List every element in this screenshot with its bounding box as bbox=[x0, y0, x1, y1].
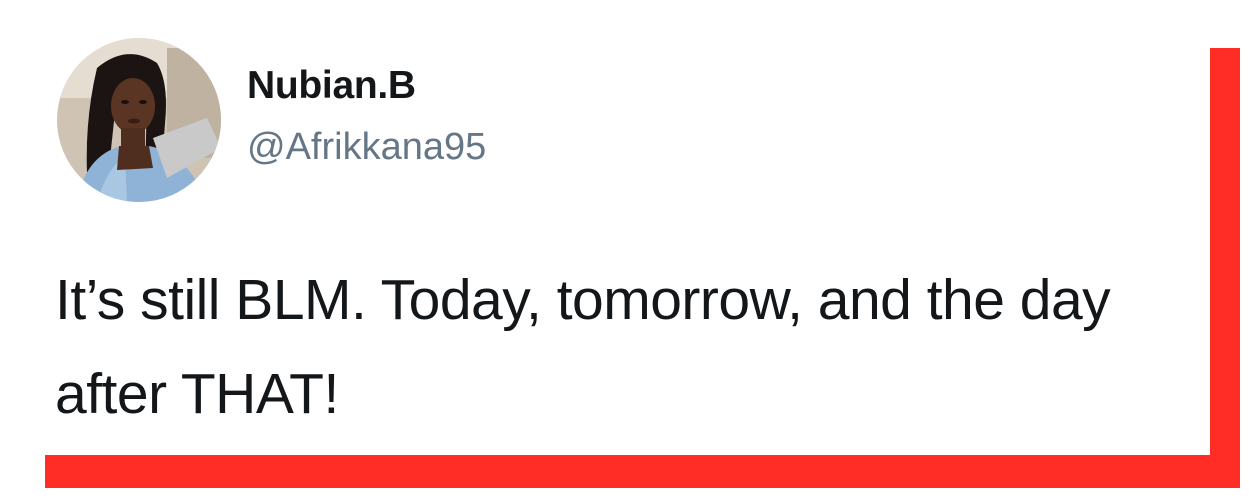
avatar[interactable] bbox=[57, 38, 221, 202]
tweet-text: It’s still BLM. Today, tomorrow, and the… bbox=[55, 268, 1111, 426]
display-name[interactable]: Nubian.B bbox=[247, 64, 416, 108]
accent-frame-bottom bbox=[45, 455, 1240, 488]
accent-frame-right bbox=[1210, 48, 1240, 488]
user-handle[interactable]: @Afrikkana95 bbox=[247, 126, 486, 169]
avatar-photo bbox=[57, 38, 221, 202]
tweet-card: Nubian.B @Afrikkana95 It’s still BLM. To… bbox=[0, 0, 1249, 503]
